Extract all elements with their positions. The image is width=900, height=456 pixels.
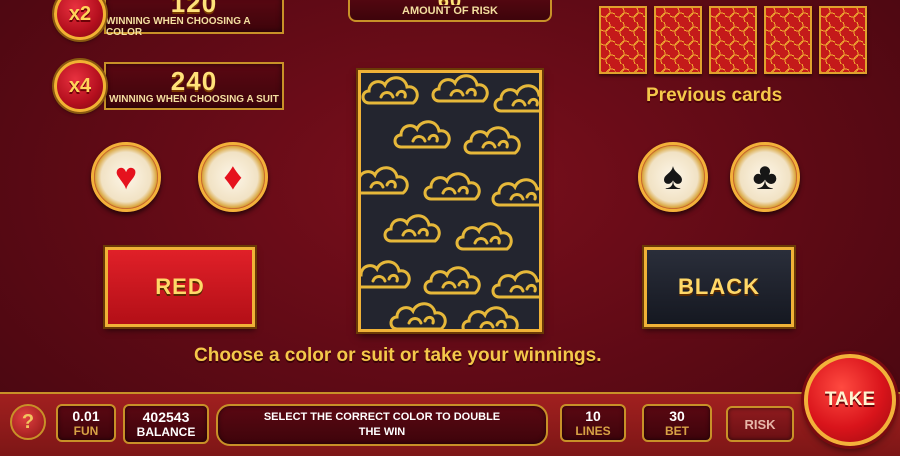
clubs-button[interactable]: ♣	[730, 142, 800, 212]
suit-win-panel: 240 WINNING WHEN CHOOSING A SUIT	[104, 62, 284, 110]
balance-value: 402543	[142, 408, 190, 425]
lines-label: LINES	[575, 423, 611, 438]
risk-amount-label: AMOUNT OF RISK	[402, 5, 498, 17]
bet-label: BET	[665, 423, 689, 438]
bet-control[interactable]: 30 BET	[642, 404, 712, 442]
suit-win-label: WINNING WHEN CHOOSING A SUIT	[109, 93, 279, 105]
risk-amount-panel: 60 AMOUNT OF RISK	[348, 0, 552, 22]
club-icon: ♣	[752, 156, 778, 198]
cloud-pattern	[361, 74, 539, 329]
take-button[interactable]: TAKE	[804, 354, 896, 446]
previous-card	[709, 6, 757, 74]
diamond-icon: ♦	[223, 156, 243, 198]
red-button[interactable]: RED	[105, 247, 255, 327]
color-win-panel: 120 WINNING WHEN CHOOSING A COLOR	[104, 0, 284, 38]
balance-label: BALANCE	[136, 424, 196, 439]
previous-cards-label: Previous cards	[646, 85, 783, 106]
face-down-card	[358, 70, 542, 332]
heart-icon: ♥	[114, 156, 138, 198]
x2-badge: x2	[54, 0, 106, 40]
lines-value: 10	[585, 407, 601, 424]
spade-icon: ♠	[662, 156, 684, 198]
color-win-value: 120	[170, 0, 218, 18]
info-message: SELECT THE CORRECT COLOR TO DOUBLE THE W…	[263, 411, 501, 438]
coin-value-control[interactable]: 0.01 FUN	[56, 404, 116, 442]
x4-badge: x4	[54, 60, 106, 112]
diamonds-button[interactable]: ♦	[198, 142, 268, 212]
previous-card	[764, 6, 812, 74]
instruction-message: Choose a color or suit or take your winn…	[194, 345, 602, 366]
info-panel: SELECT THE CORRECT COLOR TO DOUBLE THE W…	[216, 404, 548, 446]
lines-control[interactable]: 10 LINES	[560, 404, 626, 442]
suit-win-value: 240	[170, 65, 218, 96]
balance-display: 402543 BALANCE	[123, 404, 209, 444]
bet-value: 30	[669, 407, 685, 424]
previous-card	[654, 6, 702, 74]
help-button[interactable]: ?	[10, 404, 46, 440]
coin-value: 0.01	[72, 407, 100, 424]
previous-card	[819, 6, 867, 74]
hearts-button[interactable]: ♥	[91, 142, 161, 212]
color-win-label: WINNING WHEN CHOOSING A COLOR	[106, 16, 251, 38]
black-button[interactable]: BLACK	[644, 247, 794, 327]
risk-button-label: RISK	[744, 416, 776, 432]
risk-button[interactable]: RISK	[726, 406, 794, 442]
coin-label: FUN	[73, 423, 99, 438]
spades-button[interactable]: ♠	[638, 142, 708, 212]
previous-card	[599, 6, 647, 74]
